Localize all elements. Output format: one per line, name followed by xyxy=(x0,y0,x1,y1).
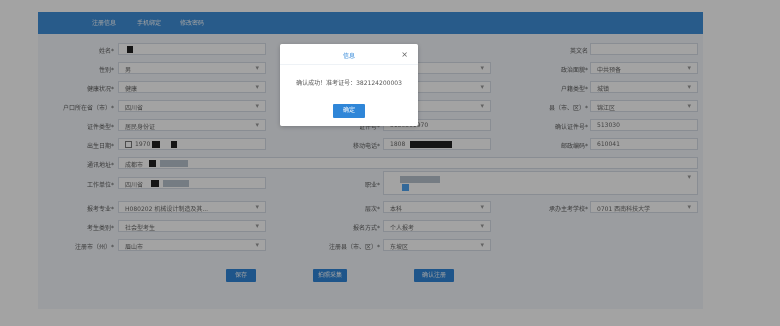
close-icon[interactable]: × xyxy=(401,50,408,59)
dialog-divider xyxy=(280,64,418,65)
dialog-title: 信息 xyxy=(342,53,355,60)
dialog-ok-button[interactable]: 确定 xyxy=(333,104,365,118)
page: 注册信息 手机绑定 修改密码 姓名* 英文名 性别* 男 政治面貌* 中共预备 … xyxy=(0,0,780,326)
info-dialog: 信息 × 确认成功！准考证号：382124200003 确定 xyxy=(280,44,418,126)
dialog-message: 确认成功！准考证号：382124200003 xyxy=(296,80,402,87)
